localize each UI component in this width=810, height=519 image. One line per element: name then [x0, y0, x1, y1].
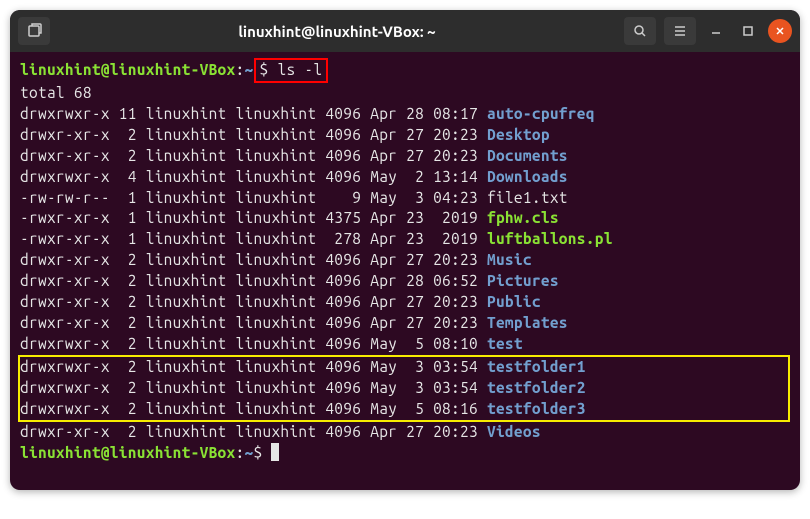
total-line: total 68: [20, 84, 92, 101]
maximize-icon: [743, 26, 753, 36]
file-name: auto-cpufreq: [487, 105, 595, 122]
close-icon: [775, 26, 785, 36]
file-name: Videos: [487, 423, 541, 440]
terminal-window: linuxhint@linuxhint-VBox: ~ linuxhint@li…: [10, 10, 800, 490]
prompt-dollar: $: [260, 61, 269, 78]
command-highlight: $ ls -l: [254, 58, 329, 83]
ls-output-block: drwxrwxr-x 11 linuxhint linuxhint 4096 A…: [20, 104, 790, 355]
ls-output-block-after: drwxr-xr-x 2 linuxhint linuxhint 4096 Ap…: [20, 422, 790, 443]
search-icon: [632, 23, 648, 39]
file-name: Templates: [487, 314, 568, 331]
maximize-button[interactable]: [736, 19, 760, 43]
prompt-path: ~: [245, 61, 254, 78]
file-name: Public: [487, 293, 541, 310]
terminal-body[interactable]: linuxhint@linuxhint-VBox:~$ ls -l total …: [10, 52, 800, 470]
file-name: file1.txt: [487, 189, 568, 206]
prompt-dollar-2: $: [254, 444, 263, 461]
file-name: testfolder3: [487, 400, 586, 417]
minimize-button[interactable]: [704, 19, 728, 43]
file-name: Documents: [487, 147, 568, 164]
new-tab-icon: [26, 23, 42, 39]
prompt-userhost: linuxhint@linuxhint-VBox: [20, 61, 236, 78]
minimize-icon: [710, 25, 722, 37]
file-name: test: [487, 335, 523, 352]
file-name: testfolder2: [487, 379, 586, 396]
file-name: Downloads: [487, 168, 568, 185]
titlebar: linuxhint@linuxhint-VBox: ~: [10, 10, 800, 52]
command-text: ls -l: [277, 61, 322, 78]
titlebar-controls: [624, 17, 792, 45]
prompt-colon-2: :: [236, 444, 245, 461]
file-name: Desktop: [487, 126, 550, 143]
close-button[interactable]: [768, 19, 792, 43]
highlighted-rows: drwxrwxr-x 2 linuxhint linuxhint 4096 Ma…: [18, 355, 790, 422]
prompt-userhost-2: linuxhint@linuxhint-VBox: [20, 444, 236, 461]
search-button[interactable]: [624, 17, 656, 45]
file-name: testfolder1: [487, 358, 586, 375]
prompt-path-2: ~: [245, 444, 254, 461]
file-name: Pictures: [487, 272, 559, 289]
menu-button[interactable]: [664, 17, 696, 45]
hamburger-icon: [672, 23, 688, 39]
file-name: luftballons.pl: [487, 230, 613, 247]
new-tab-button[interactable]: [18, 17, 50, 45]
file-name: fphw.cls: [487, 209, 559, 226]
cursor: [271, 443, 279, 461]
window-title: linuxhint@linuxhint-VBox: ~: [58, 23, 616, 40]
file-name: Music: [487, 251, 532, 268]
prompt-colon: :: [236, 61, 245, 78]
